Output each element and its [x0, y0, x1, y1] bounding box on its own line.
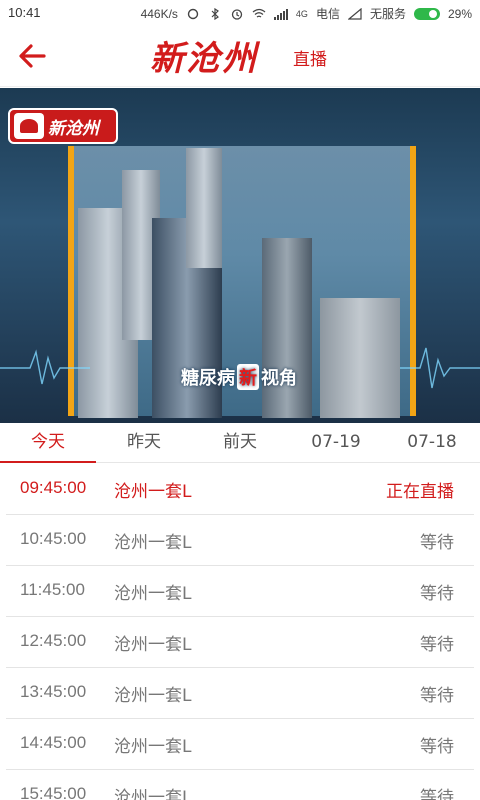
program-status: 等待 — [420, 533, 454, 553]
arrow-left-icon — [19, 44, 46, 68]
status-bar: 10:41 446K/s 4G 电信 无服务 29% — [0, 0, 480, 25]
signal-bars-icon — [273, 8, 288, 20]
sync-icon — [187, 8, 199, 19]
program-status: 等待 — [420, 635, 454, 655]
program-name: 沧州一套L — [114, 737, 192, 757]
program-status: 等待 — [420, 686, 454, 706]
list-item[interactable]: 11:45:00 沧州一套L 等待 — [6, 566, 474, 617]
status-right-group: 446K/s 4G 电信 无服务 29% — [141, 5, 472, 22]
program-name: 沧州一套L — [114, 635, 192, 655]
program-time: 12:45:00 — [20, 631, 87, 650]
app-bar: 新沧州 直播 — [0, 25, 480, 87]
carrier-name: 电信 — [315, 7, 340, 21]
program-time: 11:45:00 — [20, 580, 85, 599]
service-status: 无服务 — [369, 7, 406, 21]
date-tabs: 今天 昨天 前天 07-19 07-18 — [0, 423, 480, 463]
program-time: 10:45:00 — [20, 529, 87, 548]
list-item[interactable]: 10:45:00 沧州一套L 等待 — [6, 515, 474, 566]
program-status: 等待 — [420, 788, 454, 800]
alarm-icon — [231, 8, 243, 20]
program-status: 正在直播 — [386, 482, 454, 502]
battery-percent: 29% — [447, 6, 472, 21]
channel-logo: 新沧州 — [8, 108, 118, 144]
network-type: 4G — [295, 8, 308, 19]
no-signal-icon — [347, 7, 362, 20]
back-button[interactable] — [14, 39, 54, 73]
status-time: 10:41 — [8, 5, 41, 20]
list-item[interactable]: 14:45:00 沧州一套L 等待 — [6, 719, 474, 770]
video-player[interactable]: 新沧州 糖尿病 新 视角 — [0, 88, 480, 423]
bluetooth-icon — [211, 7, 219, 20]
battery-icon — [413, 7, 440, 20]
tab-today[interactable]: 今天 — [0, 423, 96, 463]
program-name: 沧州一套L — [114, 482, 192, 502]
list-item[interactable]: 09:45:00 沧州一套L 正在直播 — [6, 464, 474, 515]
tab-0719[interactable]: 07-19 — [288, 423, 384, 462]
tab-day-before[interactable]: 前天 — [192, 423, 288, 462]
list-item[interactable]: 15:45:00 沧州一套L 等待 — [6, 770, 474, 800]
list-item[interactable]: 12:45:00 沧州一套L 等待 — [6, 617, 474, 668]
program-time: 09:45:00 — [20, 478, 87, 497]
page-title: 直播 — [293, 50, 327, 70]
video-frame: 新沧州 糖尿病 新 视角 — [0, 88, 480, 423]
program-name: 沧州一套L — [114, 533, 192, 553]
program-time: 13:45:00 — [20, 682, 87, 701]
list-item[interactable]: 13:45:00 沧州一套L 等待 — [6, 668, 474, 719]
video-caption: 糖尿病 新 视角 — [175, 364, 303, 390]
program-time: 14:45:00 — [20, 733, 87, 752]
caption-right: 视角 — [261, 368, 297, 389]
program-status: 等待 — [420, 737, 454, 757]
program-status: 等待 — [420, 584, 454, 604]
caption-highlight: 新 — [237, 364, 259, 390]
network-speed: 446K/s — [140, 6, 178, 21]
tab-0718[interactable]: 07-18 — [384, 423, 480, 462]
program-name: 沧州一套L — [114, 584, 192, 604]
schedule-list: 09:45:00 沧州一套L 正在直播 10:45:00 沧州一套L 等待 11… — [0, 464, 480, 800]
program-time: 15:45:00 — [20, 784, 87, 800]
app-logo: 新沧州 — [150, 39, 258, 79]
program-name: 沧州一套L — [114, 788, 192, 800]
wifi-icon — [252, 8, 266, 18]
caption-left: 糖尿病 — [181, 368, 235, 389]
channel-mark-icon — [14, 113, 44, 139]
tab-yesterday[interactable]: 昨天 — [96, 423, 192, 462]
channel-logo-text: 新沧州 — [48, 118, 99, 139]
program-name: 沧州一套L — [114, 686, 192, 706]
